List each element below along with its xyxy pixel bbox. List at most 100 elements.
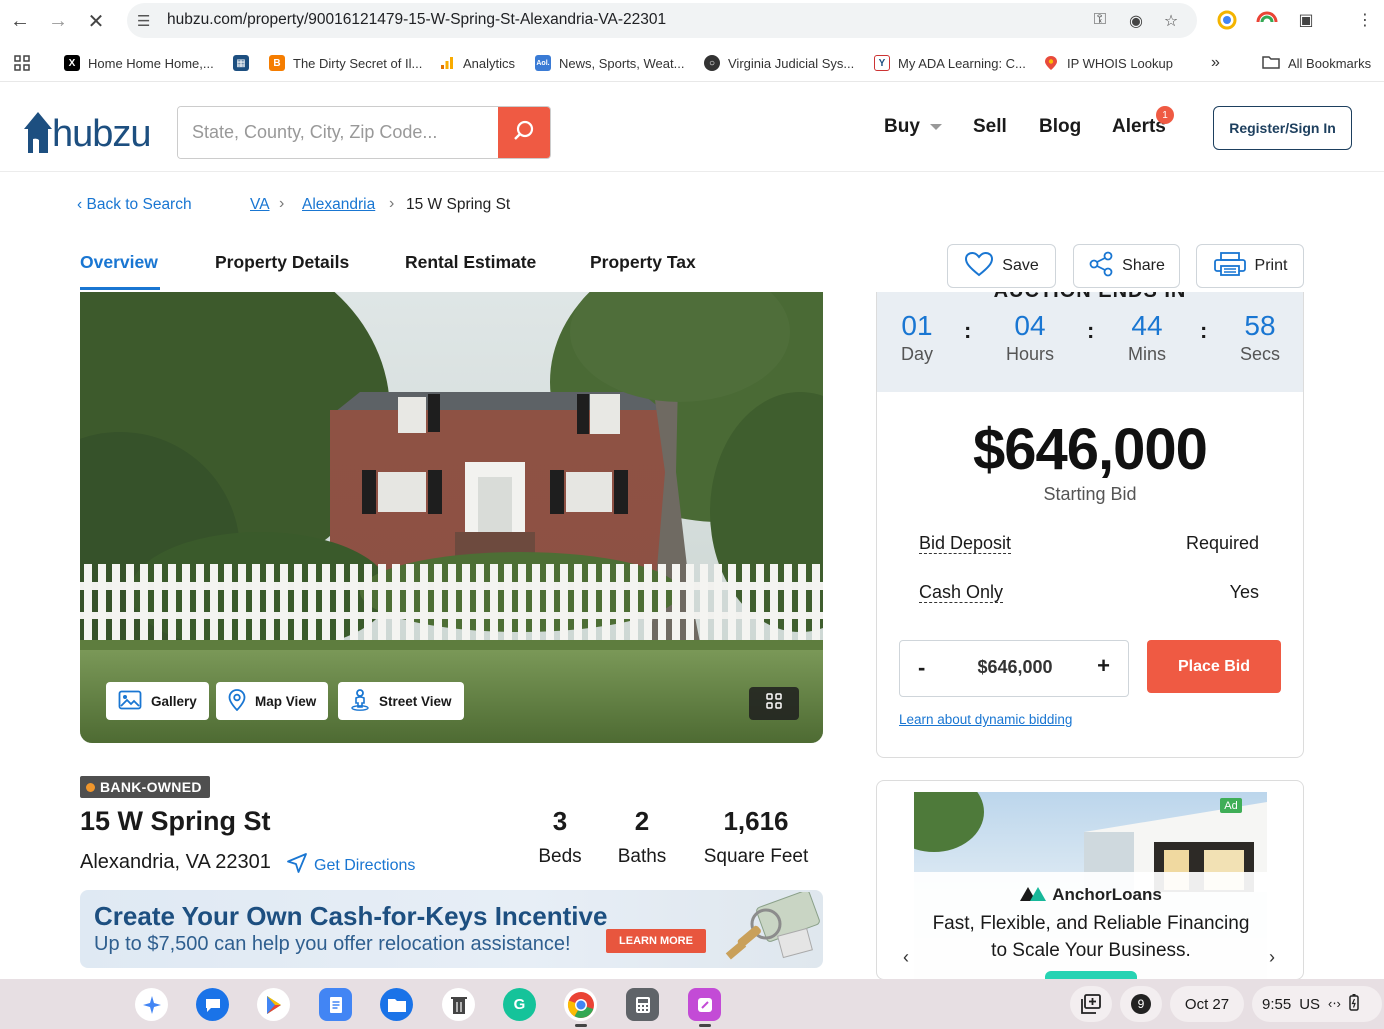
seal-icon: ○: [704, 55, 720, 71]
bookmark-item[interactable]: ▦: [233, 53, 249, 73]
baths-label: Baths: [617, 846, 667, 867]
bookmark-item[interactable]: Analytics: [439, 53, 515, 73]
password-key-icon[interactable]: ⚿: [1089, 11, 1111, 31]
tab-overview[interactable]: Overview: [80, 252, 158, 273]
property-photo[interactable]: [80, 292, 823, 743]
puzzle-extensions-icon[interactable]: ▣: [1295, 10, 1317, 32]
trash-icon[interactable]: [442, 988, 475, 1021]
breadcrumb-state-link[interactable]: VA: [250, 196, 270, 214]
house-logo-icon: [22, 109, 52, 153]
gallery-button[interactable]: Gallery: [106, 682, 209, 720]
site-settings-icon[interactable]: ☰: [137, 12, 155, 30]
tab-rental-estimate[interactable]: Rental Estimate: [405, 252, 536, 273]
countdown-hours-label: Hours: [1005, 344, 1054, 364]
apps-grid-icon[interactable]: [14, 53, 30, 73]
map-view-label: Map View: [255, 693, 317, 709]
nav-buy[interactable]: Buy: [884, 116, 942, 138]
bid-deposit-label[interactable]: Bid Deposit: [919, 533, 1012, 554]
date-tray[interactable]: Oct 27: [1170, 986, 1244, 1022]
learn-more-button[interactable]: LEARN MORE: [606, 929, 706, 953]
screen-capture-tray-icon[interactable]: [1070, 986, 1112, 1022]
cash-only-label[interactable]: Cash Only: [919, 582, 1004, 603]
search-button[interactable]: [498, 107, 550, 158]
hubzu-logo[interactable]: hubzu: [22, 105, 152, 153]
street-view-label: Street View: [379, 693, 452, 709]
search-input[interactable]: [178, 107, 498, 158]
register-signin-button[interactable]: Register/Sign In: [1213, 106, 1352, 150]
stop-loading-icon[interactable]: ✕: [84, 9, 108, 33]
photo-grid-button[interactable]: [749, 687, 799, 720]
forward-arrow-icon[interactable]: →: [46, 9, 70, 33]
address-bar[interactable]: ☰ hubzu.com/property/90016121479-15-W-Sp…: [127, 3, 1197, 38]
chevron-right-icon: ›: [389, 195, 395, 212]
save-button[interactable]: Save: [947, 244, 1056, 288]
eye-off-icon[interactable]: ◉: [1125, 11, 1147, 31]
increase-bid-button[interactable]: +: [1097, 653, 1110, 679]
chrome-icon[interactable]: [564, 988, 597, 1021]
back-to-search-link[interactable]: ‹ Back to Search: [77, 196, 192, 214]
property-city-line: Alexandria, VA 22301: [80, 851, 271, 873]
ad-prev-arrow-icon[interactable]: ‹: [903, 947, 909, 968]
dynamic-bidding-link[interactable]: Learn about dynamic bidding: [899, 712, 1072, 727]
all-bookmarks-label: All Bookmarks: [1288, 55, 1372, 71]
canvas-app-icon[interactable]: [688, 988, 721, 1021]
notifications-tray[interactable]: 9: [1120, 986, 1162, 1022]
active-app-indicator: [575, 1024, 587, 1027]
share-button[interactable]: Share: [1073, 244, 1180, 288]
property-street: 15 W Spring St: [80, 806, 271, 836]
ad-next-arrow-icon[interactable]: ›: [1269, 947, 1275, 968]
breadcrumb-city-link[interactable]: Alexandria: [302, 196, 375, 214]
status-tray[interactable]: 9:55 US ‹⋅›: [1252, 986, 1382, 1022]
bid-amount-input[interactable]: $646,000: [900, 657, 1130, 678]
cash-for-keys-banner[interactable]: Create Your Own Cash-for-Keys Incentive …: [80, 890, 823, 968]
all-bookmarks[interactable]: All Bookmarks: [1262, 53, 1371, 73]
share-label: Share: [1122, 257, 1165, 274]
bookmark-item[interactable]: ○ Virginia Judicial Sys...: [704, 53, 854, 73]
nav-blog[interactable]: Blog: [1039, 116, 1081, 138]
ad-tag: Ad: [1220, 798, 1242, 813]
menu-dots-icon[interactable]: ⋮: [1354, 10, 1376, 32]
back-to-search-label: Back to Search: [86, 196, 192, 213]
get-directions-label: Get Directions: [314, 856, 416, 874]
extension-circle-icon[interactable]: [1216, 10, 1238, 32]
image-gallery-icon: [118, 690, 142, 713]
countdown-mins-label: Mins: [1127, 344, 1166, 364]
get-directions-link[interactable]: Get Directions: [286, 852, 415, 879]
bookmark-label: IP WHOIS Lookup: [1067, 55, 1173, 71]
docs-icon[interactable]: [319, 988, 352, 1021]
countdown-days: 01: [901, 310, 933, 341]
grammarly-icon[interactable]: G: [503, 988, 536, 1021]
tab-property-details[interactable]: Property Details: [215, 252, 349, 273]
bookmark-label: My ADA Learning: C...: [898, 55, 1026, 71]
place-bid-button[interactable]: Place Bid: [1147, 640, 1281, 693]
os-shelf: G 9 Oct 27 9:55 US ‹⋅›: [0, 979, 1384, 1029]
launcher-sparkle-icon[interactable]: [135, 988, 168, 1021]
cash-only-value: Yes: [1229, 582, 1259, 602]
building-icon: ▦: [233, 55, 249, 71]
messages-icon[interactable]: [196, 988, 229, 1021]
back-arrow-icon[interactable]: ←: [8, 9, 32, 33]
tab-property-tax[interactable]: Property Tax: [590, 252, 696, 273]
keyboard-locale: US: [1299, 995, 1321, 1013]
ad-headline-2: to Scale Your Business.: [991, 940, 1191, 961]
play-store-icon[interactable]: [257, 988, 290, 1021]
more-bookmarks-icon[interactable]: »: [1211, 53, 1220, 73]
bookmark-item[interactable]: Y My ADA Learning: C...: [874, 53, 1026, 73]
calculator-icon[interactable]: [626, 988, 659, 1021]
files-icon[interactable]: [380, 988, 413, 1021]
print-button[interactable]: Print: [1196, 244, 1304, 288]
nav-sell[interactable]: Sell: [973, 116, 1007, 138]
star-bookmark-icon[interactable]: ☆: [1160, 11, 1182, 31]
arc-extension-icon[interactable]: [1256, 10, 1278, 32]
ada-icon: Y: [874, 55, 890, 71]
battery-icon: [1349, 993, 1359, 1015]
bookmark-item[interactable]: B The Dirty Secret of Il...: [269, 53, 422, 73]
bookmark-item[interactable]: X Home Home Home,...: [64, 53, 214, 73]
bookmark-item[interactable]: IP WHOIS Lookup: [1043, 53, 1173, 73]
navigation-arrow-icon: [286, 852, 308, 879]
blogger-icon: B: [269, 55, 285, 71]
street-view-button[interactable]: Street View: [338, 682, 464, 720]
starting-bid-label: Starting Bid: [1043, 484, 1137, 504]
bookmark-item[interactable]: Aol. News, Sports, Weat...: [535, 53, 684, 73]
map-view-button[interactable]: Map View: [216, 682, 329, 720]
